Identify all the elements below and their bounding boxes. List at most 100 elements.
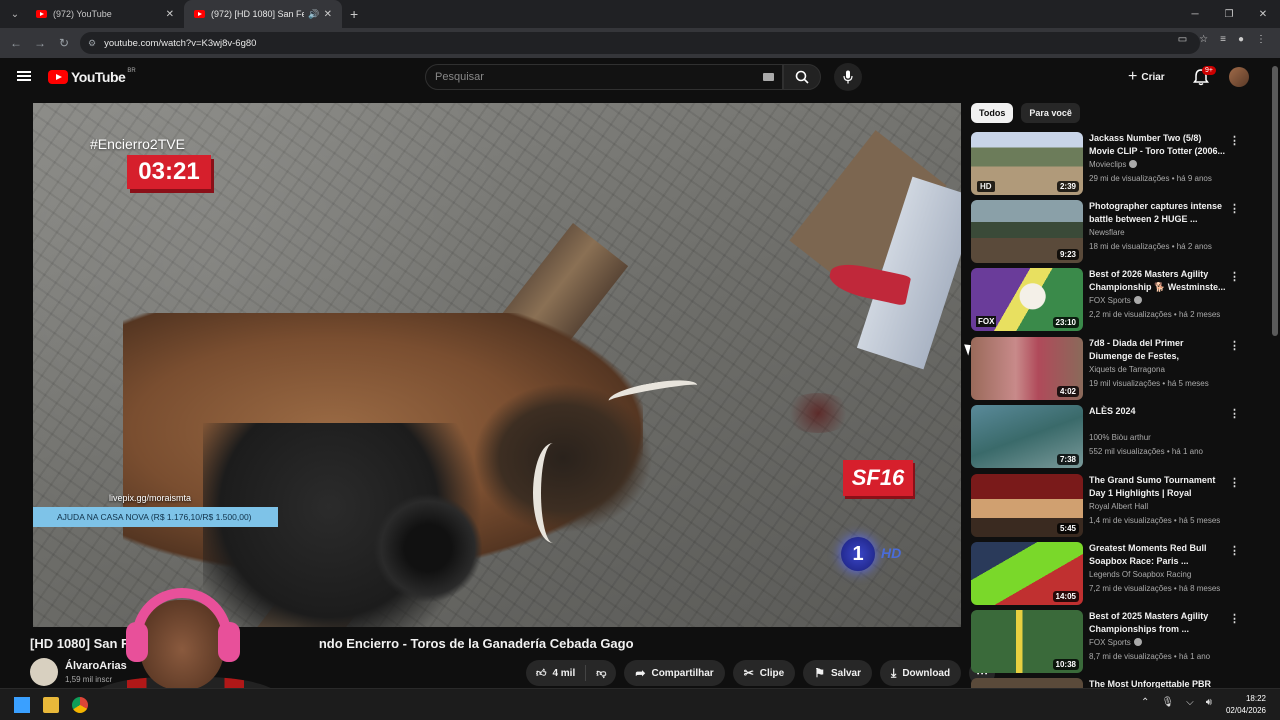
download-icon: ⤓ [891,665,897,680]
forward-icon[interactable]: → [28,36,52,50]
like-button[interactable]: 👍︎ 4 mil [526,660,585,686]
tab-title: (972) [HD 1080] San Fermín [211,9,305,19]
cast-icon[interactable]: ▭ [1178,34,1187,45]
channel-name[interactable]: Royal Albert Hall [1089,502,1148,511]
video-title[interactable]: 7d8 - Diada del Primer Diumenge de Feste… [1089,337,1227,363]
video-player[interactable]: #Encierro2TVE 03:21 SF16 1 HD livepix.gg… [33,103,961,627]
broadcast-timer: 03:21 [127,155,211,189]
video-thumbnail[interactable]: 7:38 [971,405,1083,468]
site-info-icon[interactable]: ⚙ [88,38,96,49]
microphone-tray-icon[interactable]: 🎙︎ [1161,697,1174,708]
video-thumbnail[interactable]: HD 2:39 [971,132,1083,195]
more-options-icon[interactable]: ⋮ [1229,612,1240,625]
minimize-icon[interactable]: ─ [1178,0,1212,28]
video-title[interactable]: ALÈS 2024 [1089,405,1227,418]
channel-name[interactable]: Newsflare [1089,228,1125,237]
recommendation-item[interactable]: HD 2:39 Jackass Number Two (5/8) Movie C… [971,132,1241,196]
close-window-icon[interactable]: ✕ [1246,0,1280,28]
video-thumbnail[interactable]: FOX 23:10 [971,268,1083,331]
channel-name[interactable]: Movieclips [1089,160,1138,169]
close-tab-icon[interactable]: ✕ [166,9,174,20]
chip-todos[interactable]: Todos [971,103,1014,123]
recommendation-item[interactable]: FOX 23:10 Best of 2026 Masters Agility C… [971,268,1241,332]
tab-video[interactable]: (972) [HD 1080] San Fermín 🔊 ✕ [184,0,342,28]
clip-button[interactable]: ✂ Clipe [732,660,796,686]
account-avatar[interactable] [1229,67,1249,87]
video-thumbnail[interactable] [971,678,1083,688]
search-button[interactable] [783,64,821,90]
video-title[interactable]: The Grand Sumo Tournament Day 1 Highligh… [1089,474,1227,500]
video-title[interactable]: The Most Unforgettable PBR [1089,678,1227,688]
close-tab-icon[interactable]: ✕ [324,9,332,20]
save-button[interactable]: ⚑ Salvar [803,660,873,686]
dislike-button[interactable]: 👎︎ [586,660,616,686]
recommendation-item[interactable]: 10:38 Best of 2025 Masters Agility Champ… [971,610,1241,674]
recommendation-item[interactable]: 9:23 Photographer captures intense battl… [971,200,1241,264]
more-options-icon[interactable]: ⋮ [1229,270,1240,283]
channel-name[interactable]: Legends Of Soapbox Racing [1089,570,1191,579]
new-tab-button[interactable]: + [350,6,358,22]
page-scrollbar[interactable] [1270,58,1280,688]
reload-icon[interactable]: ↻ [52,36,76,50]
download-button[interactable]: ⤓ Download [880,660,962,686]
video-thumbnail[interactable]: 4:02 [971,337,1083,400]
create-button[interactable]: + Criar [1128,66,1165,88]
share-button[interactable]: ➦ Compartilhar [624,660,725,686]
file-explorer-icon[interactable] [43,697,59,713]
more-options-icon[interactable]: ⋮ [1229,134,1240,147]
windows-start-icon[interactable] [14,697,30,713]
channel-name[interactable]: Xiquets de Tarragona [1089,365,1165,374]
system-tray: ⌃ 🎙︎ ⌵ 🔊︎ [1141,697,1212,708]
channel-name[interactable]: 100% Biòu arthur [1089,433,1151,442]
video-duration: 4:02 [1056,386,1079,397]
more-options-icon[interactable]: ⋮ [1229,544,1240,557]
more-options-icon[interactable]: ⋮ [1229,202,1240,215]
video-meta: 19 mil visualizações • há 5 meses [1089,379,1209,388]
chrome-icon[interactable] [72,697,88,713]
speaker-icon[interactable]: 🔊 [308,9,319,20]
channel-avatar[interactable] [30,658,58,686]
browser-menu-icon[interactable]: ⋮ [1256,34,1266,45]
url-field[interactable]: ⚙ youtube.com/watch?v=K3wj8v-6g80 [80,32,1200,54]
video-thumbnail[interactable]: 9:23 [971,200,1083,263]
scrollbar-thumb[interactable] [1272,66,1278,336]
keyboard-icon[interactable] [763,73,774,81]
channel-name[interactable]: FOX Sports [1089,638,1142,647]
bookmark-star-icon[interactable]: ☆ [1199,34,1208,45]
tab-search-chevron-icon[interactable]: ⌄ [4,3,26,25]
search-input[interactable]: Pesquisar [425,64,783,90]
video-title[interactable]: Photographer captures intense battle bet… [1089,200,1227,226]
more-options-icon[interactable]: ⋮ [1229,476,1240,489]
video-title[interactable]: Best of 2026 Masters Agility Championshi… [1089,268,1227,294]
recommendation-item[interactable]: The Most Unforgettable PBR [971,678,1241,688]
recommendation-item[interactable]: 4:02 7d8 - Diada del Primer Diumenge de … [971,337,1241,401]
video-thumbnail[interactable]: 14:05 [971,542,1083,605]
voice-search-button[interactable] [834,63,862,91]
video-title[interactable]: Jackass Number Two (5/8) Movie CLIP - To… [1089,132,1227,158]
video-thumbnail[interactable]: 5:45 [971,474,1083,537]
recommendation-item[interactable]: 14:05 Greatest Moments Red Bull Soapbox … [971,542,1241,606]
more-options-icon[interactable]: ⋮ [1229,339,1240,352]
recommendation-item[interactable]: 5:45 The Grand Sumo Tournament Day 1 Hig… [971,474,1241,538]
video-title[interactable]: Best of 2025 Masters Agility Championshi… [1089,610,1227,636]
system-clock[interactable]: 18:22 02/04/2026 [1226,693,1266,717]
video-thumbnail[interactable]: 10:38 [971,610,1083,673]
channel-name[interactable]: FOX Sports [1089,296,1142,305]
chevron-up-icon[interactable]: ⌃ [1141,697,1149,708]
clock-time: 18:22 [1245,694,1266,703]
back-icon[interactable]: ← [4,36,28,50]
volume-icon[interactable]: 🔊︎ [1206,697,1212,708]
network-icon[interactable]: ⌵ [1186,697,1194,708]
chip-para-voce[interactable]: Para você [1021,103,1080,123]
share-arrow-icon: ➦ [635,666,646,680]
more-options-icon[interactable]: ⋮ [1229,407,1240,420]
maximize-icon[interactable]: ❐ [1212,0,1246,28]
youtube-logo[interactable]: YouTube BR [48,68,136,85]
video-meta: 552 mil visualizações • há 1 ano [1089,447,1203,456]
media-icon[interactable]: ≡ [1220,34,1226,45]
menu-hamburger-icon[interactable] [17,71,31,81]
profile-icon[interactable]: ● [1238,34,1244,45]
tab-youtube-home[interactable]: (972) YouTube ✕ [26,0,184,28]
recommendation-item[interactable]: 7:38 ALÈS 2024 100% Biòu arthur 552 mil … [971,405,1241,469]
video-title[interactable]: Greatest Moments Red Bull Soapbox Race: … [1089,542,1227,568]
